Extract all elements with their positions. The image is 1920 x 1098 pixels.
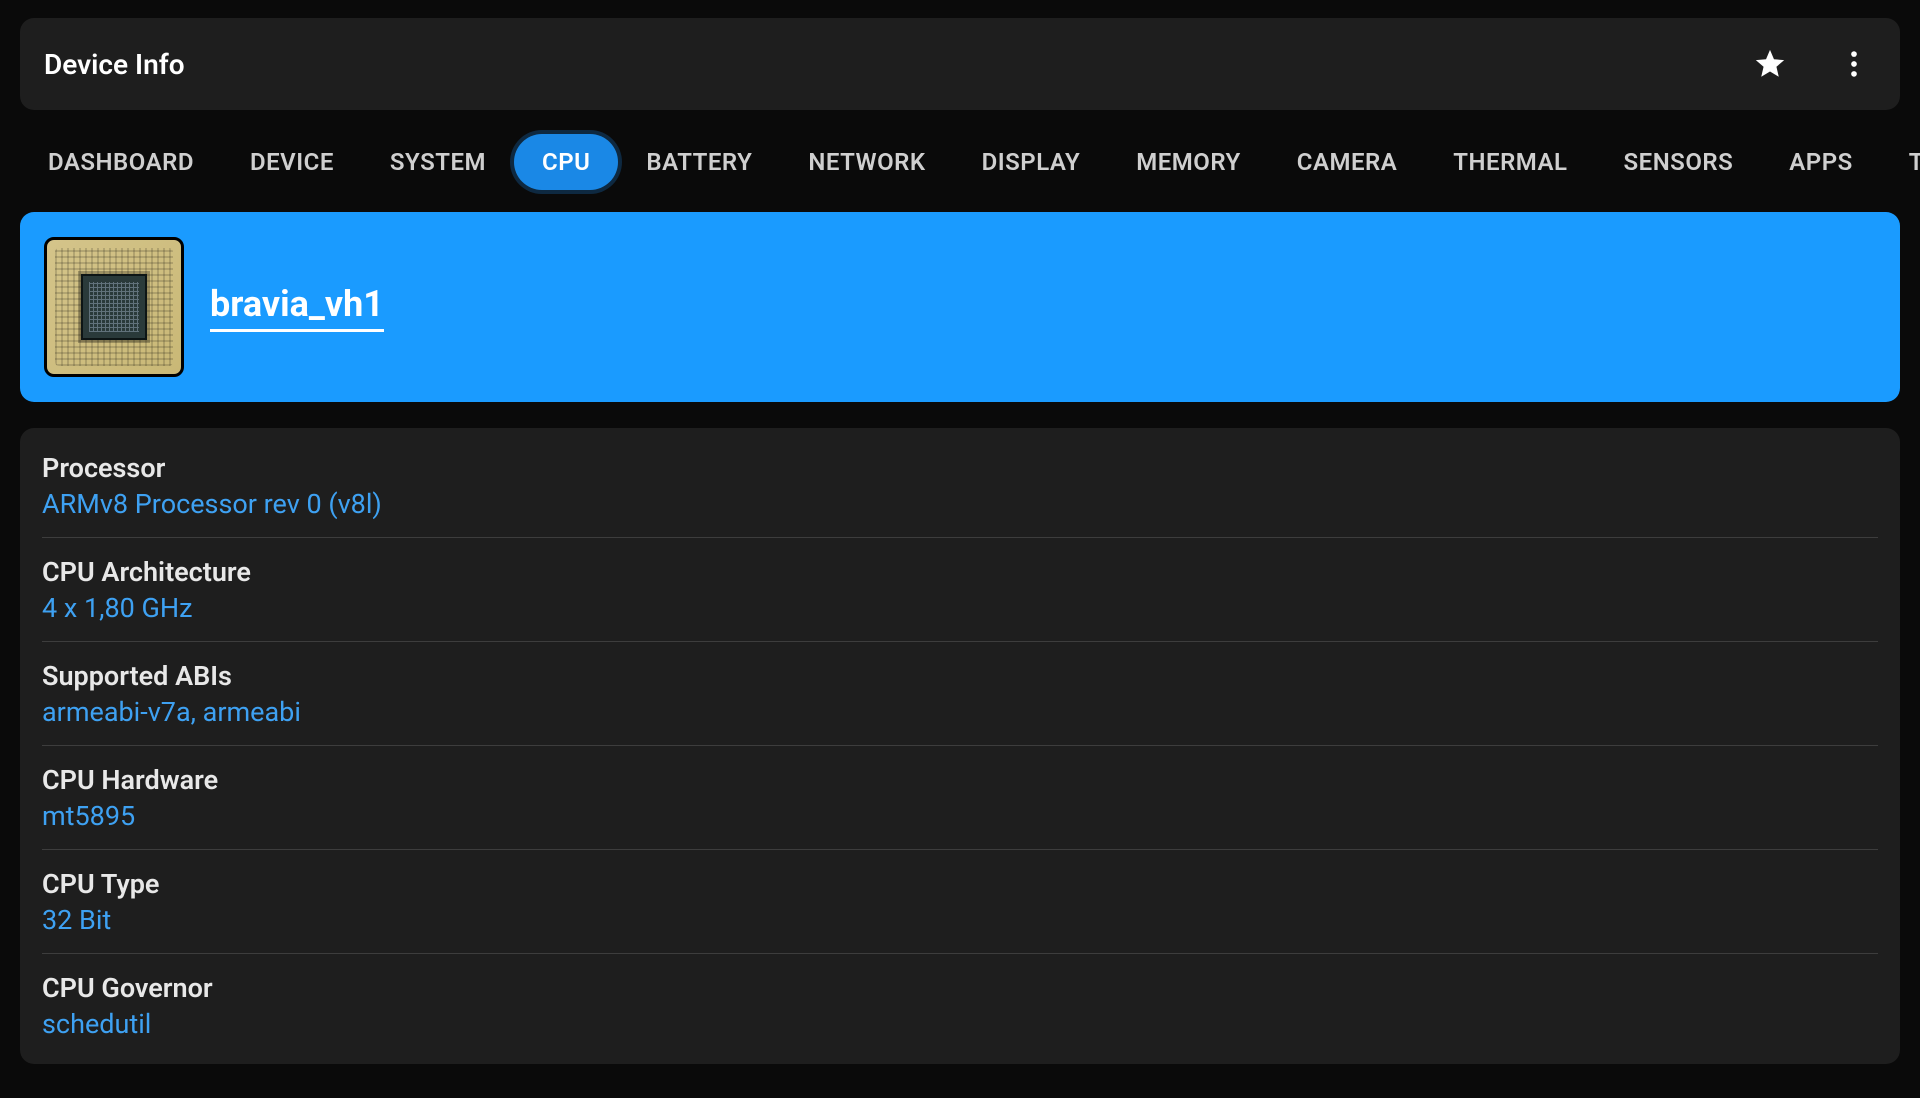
tab-t[interactable]: T bbox=[1881, 134, 1920, 190]
info-row[interactable]: Processor ARMv8 Processor rev 0 (v8l) bbox=[20, 434, 1900, 538]
info-row[interactable]: CPU Architecture 4 x 1,80 GHz bbox=[20, 538, 1900, 642]
app-title: Device Info bbox=[44, 48, 1748, 81]
cpu-info-card: Processor ARMv8 Processor rev 0 (v8l) CPU … bbox=[20, 428, 1900, 1064]
info-label: CPU Governor bbox=[42, 972, 1878, 1004]
info-row[interactable]: CPU Governor schedutil bbox=[20, 954, 1900, 1058]
tab-system[interactable]: SYSTEM bbox=[362, 134, 514, 190]
tab-camera[interactable]: CAMERA bbox=[1269, 134, 1426, 190]
info-label: CPU Type bbox=[42, 868, 1878, 900]
app-bar-actions bbox=[1748, 42, 1876, 86]
info-label: CPU Hardware bbox=[42, 764, 1878, 796]
tab-sensors[interactable]: SENSORS bbox=[1596, 134, 1762, 190]
favorite-button[interactable] bbox=[1748, 42, 1792, 86]
app-bar: Device Info bbox=[20, 18, 1900, 110]
info-label: Supported ABIs bbox=[42, 660, 1878, 692]
info-row[interactable]: Supported ABIs armeabi-v7a, armeabi bbox=[20, 642, 1900, 746]
cpu-name: bravia_vh1 bbox=[210, 283, 384, 332]
tab-network[interactable]: NETWORK bbox=[780, 134, 953, 190]
info-value: schedutil bbox=[42, 1008, 1878, 1040]
info-row[interactable]: CPU Type 32 Bit bbox=[20, 850, 1900, 954]
cpu-chip-icon bbox=[44, 237, 184, 377]
info-value: ARMv8 Processor rev 0 (v8l) bbox=[42, 488, 1878, 520]
tab-dashboard[interactable]: DASHBOARD bbox=[20, 134, 222, 190]
tab-bar[interactable]: DASHBOARDDEVICESYSTEMCPUBATTERYNETWORKDI… bbox=[0, 110, 1920, 206]
info-value: mt5895 bbox=[42, 800, 1878, 832]
info-value: armeabi-v7a, armeabi bbox=[42, 696, 1878, 728]
more-options-button[interactable] bbox=[1832, 42, 1876, 86]
info-value: 32 Bit bbox=[42, 904, 1878, 936]
more-vert-icon bbox=[1837, 47, 1871, 81]
tab-apps[interactable]: APPS bbox=[1761, 134, 1880, 190]
tab-thermal[interactable]: THERMAL bbox=[1425, 134, 1595, 190]
info-row[interactable]: CPU Hardware mt5895 bbox=[20, 746, 1900, 850]
info-label: Processor bbox=[42, 452, 1878, 484]
tab-device[interactable]: DEVICE bbox=[222, 134, 362, 190]
tab-battery[interactable]: BATTERY bbox=[618, 134, 780, 190]
star-icon bbox=[1753, 47, 1787, 81]
tab-display[interactable]: DISPLAY bbox=[954, 134, 1109, 190]
tab-memory[interactable]: MEMORY bbox=[1108, 134, 1269, 190]
info-label: CPU Architecture bbox=[42, 556, 1878, 588]
cpu-banner[interactable]: bravia_vh1 bbox=[20, 212, 1900, 402]
tab-cpu[interactable]: CPU bbox=[514, 134, 618, 190]
info-value: 4 x 1,80 GHz bbox=[42, 592, 1878, 624]
